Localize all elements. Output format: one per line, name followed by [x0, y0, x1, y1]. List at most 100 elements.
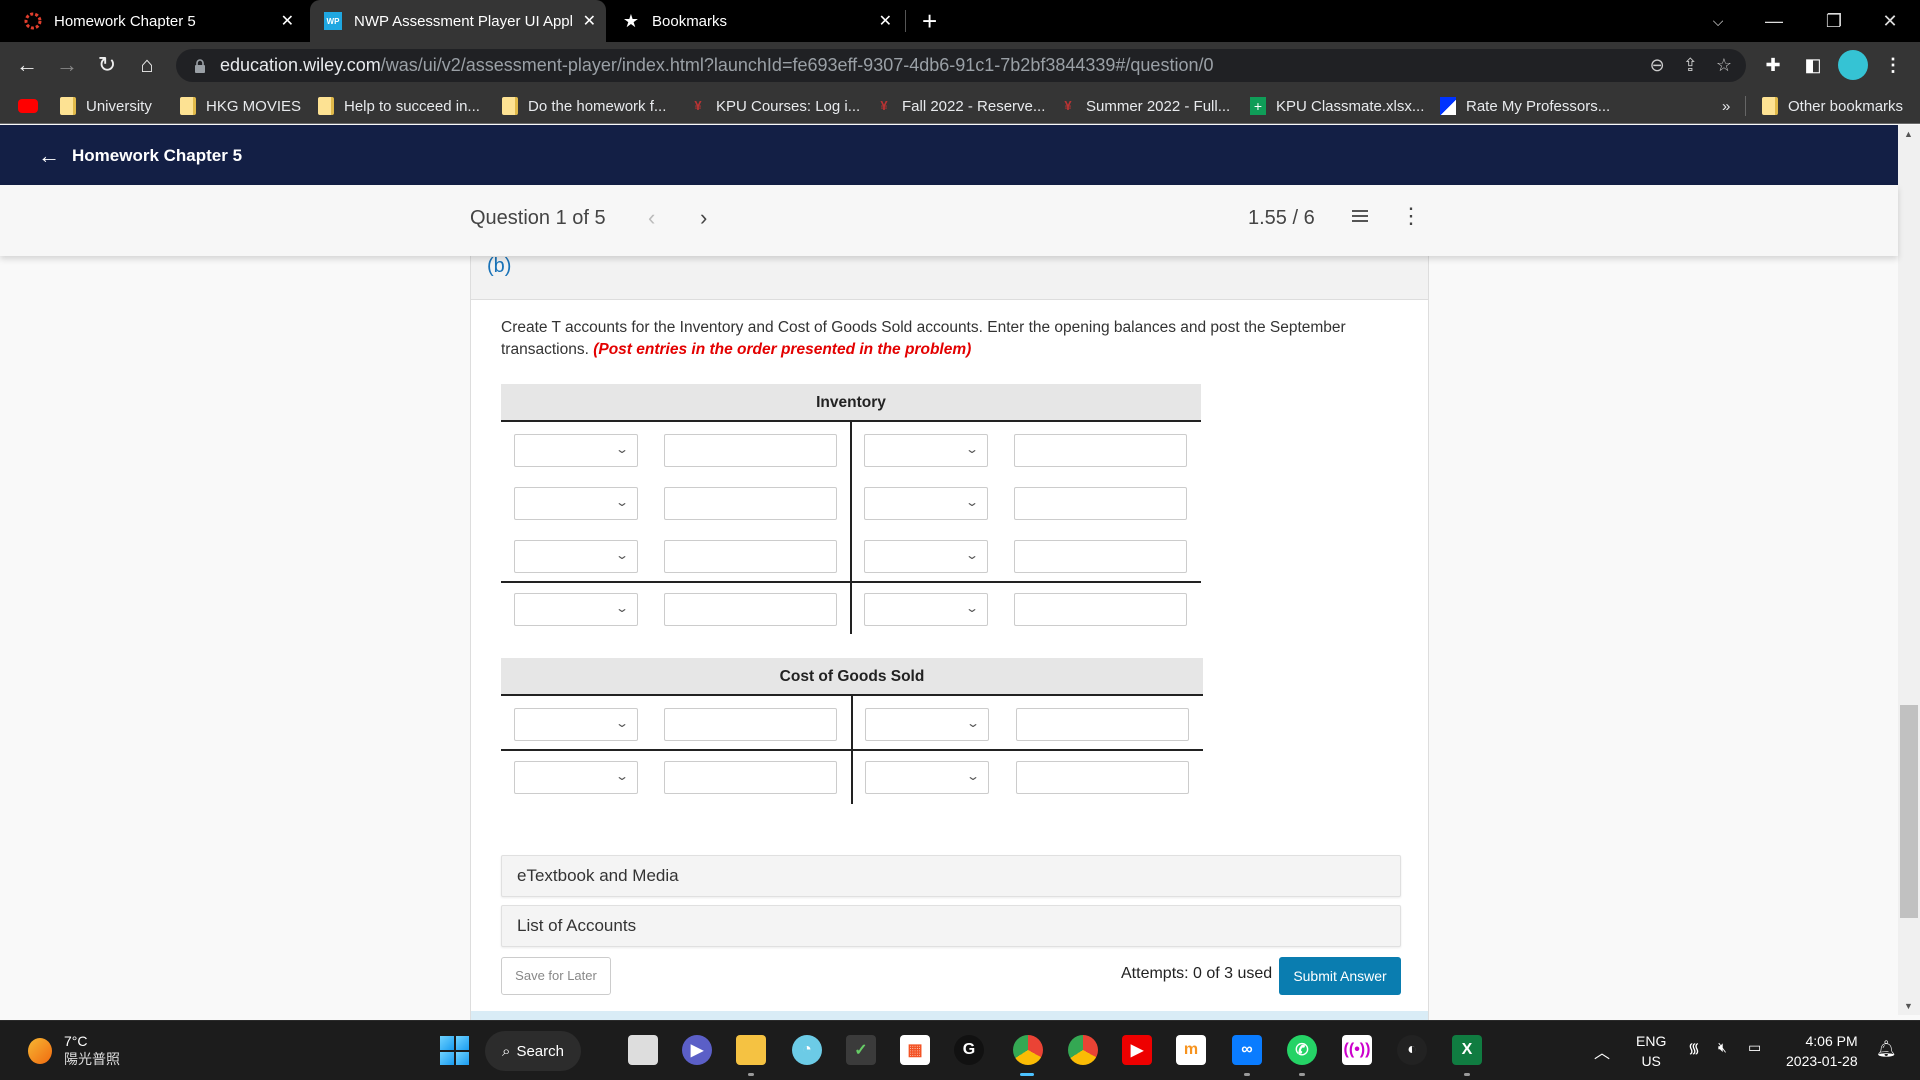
side-panel-icon[interactable]: ◧ [1798, 50, 1828, 80]
minimize-button[interactable]: — [1746, 0, 1802, 42]
zoom-out-icon[interactable]: ⊖ [1650, 55, 1665, 76]
previous-question-chevron-icon[interactable]: ‹ [648, 205, 655, 231]
speedometer-app-icon[interactable]: ◐ [1397, 1035, 1427, 1065]
system-clock[interactable]: 4:06 PM 2023-01-28 [1786, 1031, 1858, 1071]
debit-account-select[interactable]: ⌄ [514, 487, 638, 520]
back-arrow-icon[interactable]: ← [12, 50, 42, 80]
submit-answer-button[interactable]: Submit Answer [1279, 957, 1401, 995]
credit-account-select[interactable]: ⌄ [864, 434, 988, 467]
profile-avatar[interactable] [1838, 50, 1868, 80]
credit-amount-input[interactable] [1014, 593, 1187, 626]
credit-account-select[interactable]: ⌄ [865, 708, 989, 741]
accordion-list-of-accounts[interactable]: List of Accounts [501, 905, 1401, 947]
whatsapp-icon[interactable]: ✆ [1287, 1035, 1317, 1065]
taskbar-search-button[interactable]: ⌕ Search [485, 1031, 581, 1071]
tab-homework-chapter-5[interactable]: Homework Chapter 5 ✕ [24, 0, 304, 42]
bookmark-fall-2022[interactable]: ¥ Fall 2022 - Reserve... [876, 88, 1045, 124]
close-icon[interactable]: ✕ [281, 11, 294, 31]
bookmark-summer-2022[interactable]: ¥ Summer 2022 - Full... [1060, 88, 1230, 124]
credit-account-select[interactable]: ⌄ [864, 487, 988, 520]
extensions-puzzle-icon[interactable]: ✚ [1758, 50, 1788, 80]
audio-app-icon[interactable]: ((•)) [1342, 1035, 1372, 1065]
next-question-chevron-icon[interactable]: › [700, 205, 707, 231]
credit-amount-input[interactable] [1016, 708, 1189, 741]
notification-bell-icon[interactable]: 🔔︎ [1876, 1039, 1896, 1059]
window-close-button[interactable]: ✕ [1862, 0, 1918, 42]
credit-account-select[interactable]: ⌄ [864, 540, 988, 573]
debit-amount-input[interactable] [664, 593, 837, 626]
task-view-icon[interactable] [628, 1035, 658, 1065]
system-tool-icon[interactable]: ✓ [846, 1035, 876, 1065]
close-icon[interactable]: ✕ [879, 11, 892, 31]
chrome-icon[interactable] [1013, 1035, 1043, 1065]
bookmark-help-to-succeed[interactable]: Help to succeed in... [318, 88, 480, 124]
bookmark-do-the-homework[interactable]: Do the homework f... [502, 88, 666, 124]
credit-account-select[interactable]: ⌄ [864, 593, 988, 626]
bookmark-other-bookmarks[interactable]: Other bookmarks [1762, 88, 1903, 124]
share-icon[interactable]: ⇪ [1683, 55, 1698, 76]
debit-account-select[interactable]: ⌄ [514, 708, 638, 741]
show-hidden-icons-chevron-icon[interactable]: ︿ [1594, 1039, 1610, 1063]
language-indicator[interactable]: ENG US [1636, 1031, 1666, 1071]
accordion-etextbook-and-media[interactable]: eTextbook and Media [501, 855, 1401, 897]
back-to-assignment-link[interactable]: ← Homework Chapter 5 [38, 143, 242, 169]
bookmarks-overflow-button[interactable]: » [1722, 88, 1730, 124]
clock-app-icon[interactable]: ◔ [792, 1035, 822, 1065]
speaker-muted-icon[interactable]: 🔇︎ [1718, 1039, 1727, 1056]
credit-account-select[interactable]: ⌄ [865, 761, 989, 794]
page-scrollbar[interactable]: ▲ ▼ [1898, 125, 1920, 1015]
debit-amount-input[interactable] [664, 708, 837, 741]
moodle-icon[interactable]: m [1176, 1035, 1206, 1065]
chrome-profile-icon[interactable] [1068, 1035, 1098, 1065]
close-icon[interactable]: ✕ [583, 11, 596, 31]
home-icon[interactable]: ⌂ [132, 50, 162, 80]
question-list-icon[interactable] [1346, 207, 1368, 227]
tab-search-chevron-icon[interactable]: ⌵ [1690, 0, 1746, 42]
debit-account-select[interactable]: ⌄ [514, 593, 638, 626]
youtube-app-icon[interactable]: ▶ [1122, 1035, 1152, 1065]
scrollbar-thumb[interactable] [1900, 705, 1918, 918]
bookmark-youtube[interactable] [18, 88, 48, 124]
debit-amount-input[interactable] [664, 487, 837, 520]
credit-amount-input[interactable] [1014, 434, 1187, 467]
file-explorer-icon[interactable] [736, 1035, 766, 1065]
reload-icon[interactable]: ↻ [92, 50, 122, 80]
save-for-later-button[interactable]: Save for Later [501, 957, 611, 995]
url-text[interactable]: education.wiley.com/was/ui/v2/assessment… [220, 55, 1213, 76]
chrome-menu-icon[interactable]: ⋮ [1878, 50, 1908, 80]
credit-amount-input[interactable] [1014, 487, 1187, 520]
more-options-icon[interactable]: ⋮ [1400, 203, 1422, 229]
teams-chat-icon[interactable]: ▶ [682, 1035, 712, 1065]
microsoft-store-icon[interactable]: ▦ [900, 1035, 930, 1065]
bookmark-kpu-courses[interactable]: ¥ KPU Courses: Log i... [690, 88, 860, 124]
debit-amount-input[interactable] [664, 434, 837, 467]
restore-button[interactable]: ❐ [1806, 0, 1862, 42]
logitech-g-icon[interactable]: G [954, 1035, 984, 1065]
bookmark-university[interactable]: University [60, 88, 152, 124]
scroll-up-arrow-icon[interactable]: ▲ [1904, 129, 1913, 139]
new-tab-button[interactable]: + [922, 6, 937, 37]
debit-amount-input[interactable] [664, 540, 837, 573]
bookmark-hkg-movies[interactable]: HKG MOVIES [180, 88, 301, 124]
bookmark-star-icon[interactable]: ☆ [1716, 55, 1732, 76]
tab-nwp-assessment-player[interactable]: WP NWP Assessment Player UI Appli ✕ [310, 0, 606, 42]
bookmark-rate-my-professors[interactable]: Rate My Professors... [1440, 88, 1610, 124]
bookmark-label: Help to succeed in... [344, 97, 480, 115]
bookmark-kpu-classmate[interactable]: + KPU Classmate.xlsx... [1250, 88, 1424, 124]
scroll-down-arrow-icon[interactable]: ▼ [1904, 1001, 1913, 1011]
infinity-app-icon[interactable]: ∞ [1232, 1035, 1262, 1065]
address-bar[interactable]: education.wiley.com/was/ui/v2/assessment… [176, 49, 1746, 82]
credit-amount-input[interactable] [1014, 540, 1187, 573]
debit-account-select[interactable]: ⌄ [514, 434, 638, 467]
windows-start-icon[interactable] [440, 1036, 469, 1065]
battery-icon[interactable]: ▭ [1748, 1039, 1761, 1056]
weather-widget[interactable]: 7°C 陽光普照 [28, 1033, 120, 1069]
excel-icon[interactable]: X [1452, 1035, 1482, 1065]
credit-amount-input[interactable] [1016, 761, 1189, 794]
wifi-icon[interactable]: ᯾ [1688, 1039, 1700, 1058]
debit-account-select[interactable]: ⌄ [514, 540, 638, 573]
debit-amount-input[interactable] [664, 761, 837, 794]
tab-bookmarks[interactable]: ★ Bookmarks ✕ [622, 0, 902, 42]
forward-arrow-icon[interactable]: → [52, 50, 82, 80]
debit-account-select[interactable]: ⌄ [514, 761, 638, 794]
